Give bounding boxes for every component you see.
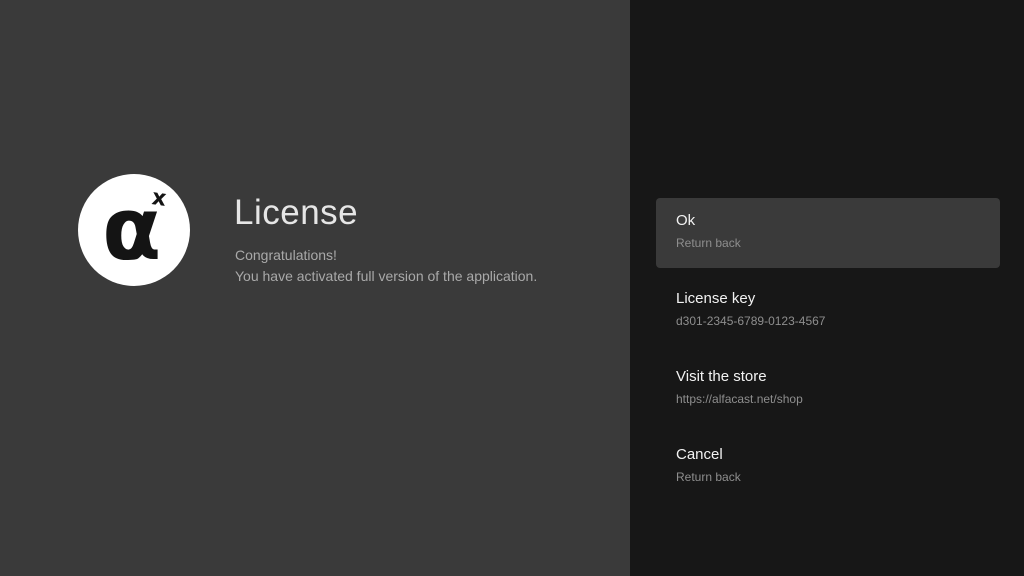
info-panel: α x License Congratulations! You have ac… xyxy=(0,0,630,576)
menu-item-description: Return back xyxy=(676,236,980,251)
menu-item-license-key[interactable]: License key d301-2345-6789-0123-4567 xyxy=(656,276,1000,346)
menu-item-visit-store[interactable]: Visit the store https://alfacast.net/sho… xyxy=(656,354,1000,424)
activation-message: Congratulations! You have activated full… xyxy=(235,245,537,287)
activation-message-line-1: Congratulations! xyxy=(235,245,537,266)
alpha-superscript-x-icon: x xyxy=(150,185,168,212)
menu-item-ok[interactable]: Ok Return back xyxy=(656,198,1000,268)
page-title: License xyxy=(234,193,358,233)
menu-item-description: d301-2345-6789-0123-4567 xyxy=(676,314,980,329)
menu-item-label: License key xyxy=(676,290,980,308)
menu-item-description: Return back xyxy=(676,470,980,485)
activation-message-line-2: You have activated full version of the a… xyxy=(235,266,537,287)
actions-panel: Ok Return back License key d301-2345-678… xyxy=(630,0,1024,576)
menu-item-label: Ok xyxy=(676,212,980,230)
menu-item-cancel[interactable]: Cancel Return back xyxy=(656,432,1000,502)
menu-item-label: Cancel xyxy=(676,446,980,464)
license-screen: α x License Congratulations! You have ac… xyxy=(0,0,1024,576)
menu-item-label: Visit the store xyxy=(676,368,980,386)
menu-item-description: https://alfacast.net/shop xyxy=(676,392,980,407)
alfacast-logo-icon: α x xyxy=(78,174,190,286)
actions-menu: Ok Return back License key d301-2345-678… xyxy=(656,198,1000,510)
